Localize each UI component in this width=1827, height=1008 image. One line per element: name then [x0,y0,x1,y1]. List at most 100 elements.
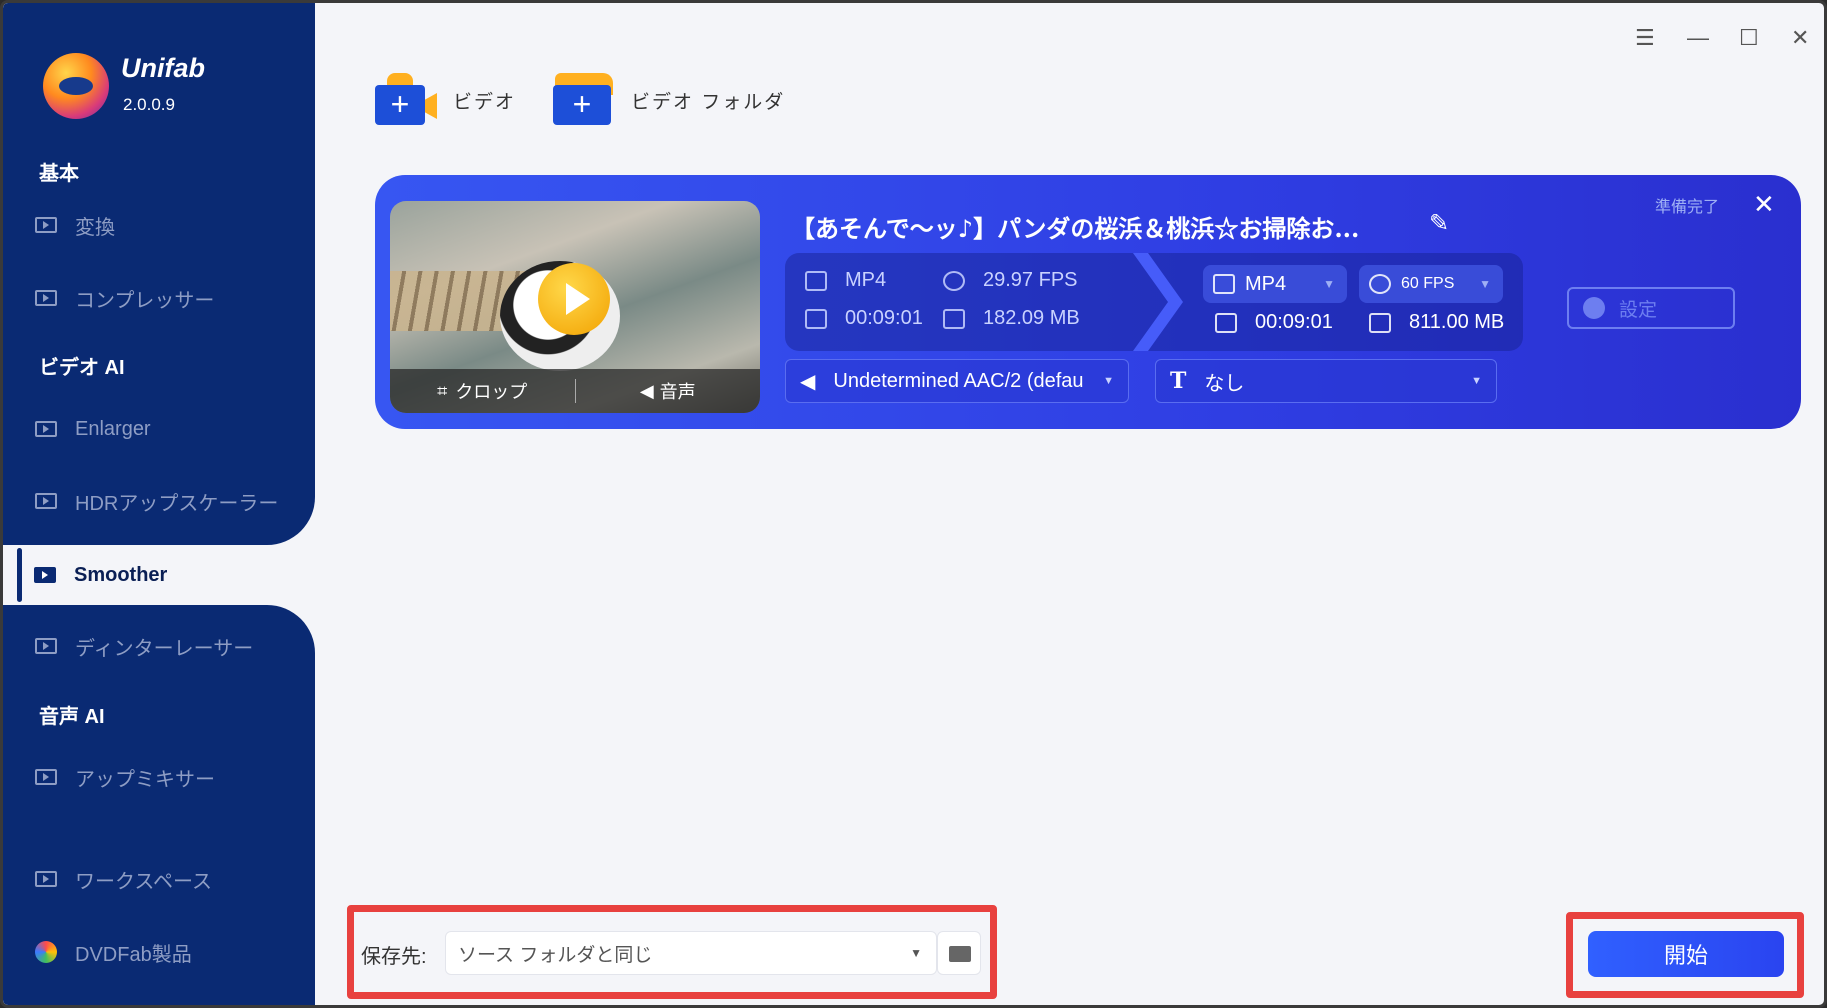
app-window: Unifab 2.0.0.9 基本 変換 コンプレッサー ビデオ AI Enla… [0,0,1827,1008]
audio-button[interactable]: ◀ 音声 [576,378,761,404]
app-name: Unifab [121,53,205,83]
file-size-icon [943,308,965,329]
text-icon: T [1170,368,1187,394]
add-folder-label: ビデオ フォルダ [631,91,786,113]
enlarger-icon [35,421,57,437]
output-fps-value: 60 FPS [1401,275,1455,292]
audio-label: 音声 [659,382,696,402]
crop-label: クロップ [455,382,528,402]
maximize-icon[interactable]: ☐ [1739,25,1759,51]
output-size-value: 811.00 MB [1409,311,1505,333]
plus-icon: + [553,85,611,125]
plus-icon: + [375,85,425,125]
speaker-icon: ◀ [800,370,816,393]
video-title: 【あそんで〜ッ♪】パンダの桜浜＆桃浜☆お掃除お... [791,214,1360,243]
sidebar-item-label: Enlarger [75,417,151,440]
sidebar-item-hdr[interactable]: HDRアップスケーラー [35,481,278,521]
add-video-icon: + [375,73,437,127]
subtitle-dropdown[interactable]: T なし ▼ [1155,359,1497,403]
output-size: 811.00 MB [1369,311,1504,334]
chevron-down-icon: ▼ [910,946,922,960]
chevron-down-icon: ▼ [1323,277,1335,291]
play-button[interactable] [538,263,610,335]
menu-icon[interactable]: ☰ [1635,25,1655,51]
minimize-icon[interactable]: — [1687,25,1709,51]
info-panel: MP4 29.97 FPS 00:09:01 182.09 MB MP4 ▼ 6… [785,253,1523,351]
output-duration: 00:09:01 [1215,311,1333,334]
sidebar-item-label: アップミキサー [75,768,215,791]
video-format-icon [805,270,827,291]
section-basic: 基本 [39,163,79,185]
gear-icon [1583,297,1605,319]
output-format-dropdown[interactable]: MP4 ▼ [1203,265,1347,303]
source-duration: 00:09:01 [805,307,923,330]
crop-button[interactable]: ⌗ クロップ [390,378,575,404]
source-fps-value: 29.97 FPS [983,269,1078,291]
source-size-value: 182.09 MB [983,307,1080,329]
sidebar-item-workspace[interactable]: ワークスペース [35,859,212,899]
remove-task-icon[interactable]: ✕ [1753,189,1775,220]
browse-folder-button[interactable] [937,931,981,975]
sidebar-item-enlarger[interactable]: Enlarger [35,409,151,449]
clock-icon [1215,312,1237,333]
source-size: 182.09 MB [943,307,1080,330]
save-location-value: ソース フォルダと同じ [458,944,653,966]
section-video-ai: ビデオ AI [39,357,125,379]
sidebar-item-convert[interactable]: 変換 [35,205,115,245]
speedometer-icon [1369,274,1391,294]
crop-icon: ⌗ [437,380,448,401]
audio-track-value: Undetermined AAC/2 (defau [833,369,1084,392]
chevron-down-icon: ▼ [1103,375,1114,387]
section-audio-ai: 音声 AI [39,706,105,728]
sidebar: Unifab 2.0.0.9 基本 変換 コンプレッサー ビデオ AI Enla… [3,3,315,1005]
audio-track-dropdown[interactable]: ◀ Undetermined AAC/2 (defau ▼ [785,359,1129,403]
app-version: 2.0.0.9 [123,95,175,114]
add-video-button[interactable]: + ビデオ [375,73,516,127]
sidebar-item-label: Smoother [74,563,168,586]
sidebar-item-label: DVDFab製品 [75,943,192,966]
subtitle-value: なし [1204,372,1245,395]
task-card: ⌗ クロップ ◀ 音声 【あそんで〜ッ♪】パンダの桜浜＆桃浜☆お掃除お... ✎… [375,175,1801,429]
save-location-dropdown[interactable]: ソース フォルダと同じ ▼ [445,931,937,975]
sidebar-item-label: ワークスペース [75,870,212,893]
source-format-value: MP4 [845,269,887,291]
start-button[interactable]: 開始 [1588,931,1784,977]
compressor-icon [35,290,57,306]
add-video-label: ビデオ [453,91,517,113]
active-indicator [17,548,22,602]
close-icon[interactable]: ✕ [1791,25,1809,51]
output-format-value: MP4 [1245,272,1287,295]
settings-label: 設定 [1619,299,1658,321]
status-badge: 準備完了 [1655,199,1720,216]
arrow-icon [1133,253,1183,351]
smoother-icon [34,567,56,583]
save-location-label: 保存先: [361,946,427,968]
video-thumbnail: ⌗ クロップ ◀ 音声 [390,201,760,413]
sidebar-item-compressor[interactable]: コンプレッサー [35,278,214,318]
sidebar-item-dvdfab[interactable]: DVDFab製品 [35,932,192,972]
output-fps-dropdown[interactable]: 60 FPS ▼ [1359,265,1503,303]
source-info: MP4 29.97 FPS 00:09:01 182.09 MB [785,253,1125,351]
chevron-down-icon: ▼ [1479,277,1491,291]
output-duration-value: 00:09:01 [1255,311,1333,333]
workspace-icon [35,871,57,887]
add-folder-button[interactable]: + ビデオ フォルダ [553,73,785,127]
clock-icon [805,308,827,329]
sidebar-item-label: コンプレッサー [75,289,215,312]
sidebar-item-label: HDRアップスケーラー [75,492,279,515]
chevron-down-icon: ▼ [1471,375,1482,387]
start-label: 開始 [1663,943,1708,968]
deinterlacer-icon [35,638,57,654]
dvdfab-icon [35,941,57,963]
sidebar-item-deinterlacer[interactable]: ディンターレーサー [35,626,253,666]
sidebar-item-upmixer[interactable]: アップミキサー [35,757,215,797]
add-folder-icon: + [553,73,615,127]
sidebar-item-label: 変換 [75,216,115,239]
convert-icon [35,217,57,233]
camera-lens-icon [423,93,437,119]
edit-icon[interactable]: ✎ [1429,209,1449,238]
sidebar-item-smoother[interactable]: Smoother [17,548,167,602]
speaker-icon: ◀ [639,380,654,401]
sidebar-item-label: ディンターレーサー [75,637,254,660]
settings-button[interactable]: 設定 [1567,287,1735,329]
